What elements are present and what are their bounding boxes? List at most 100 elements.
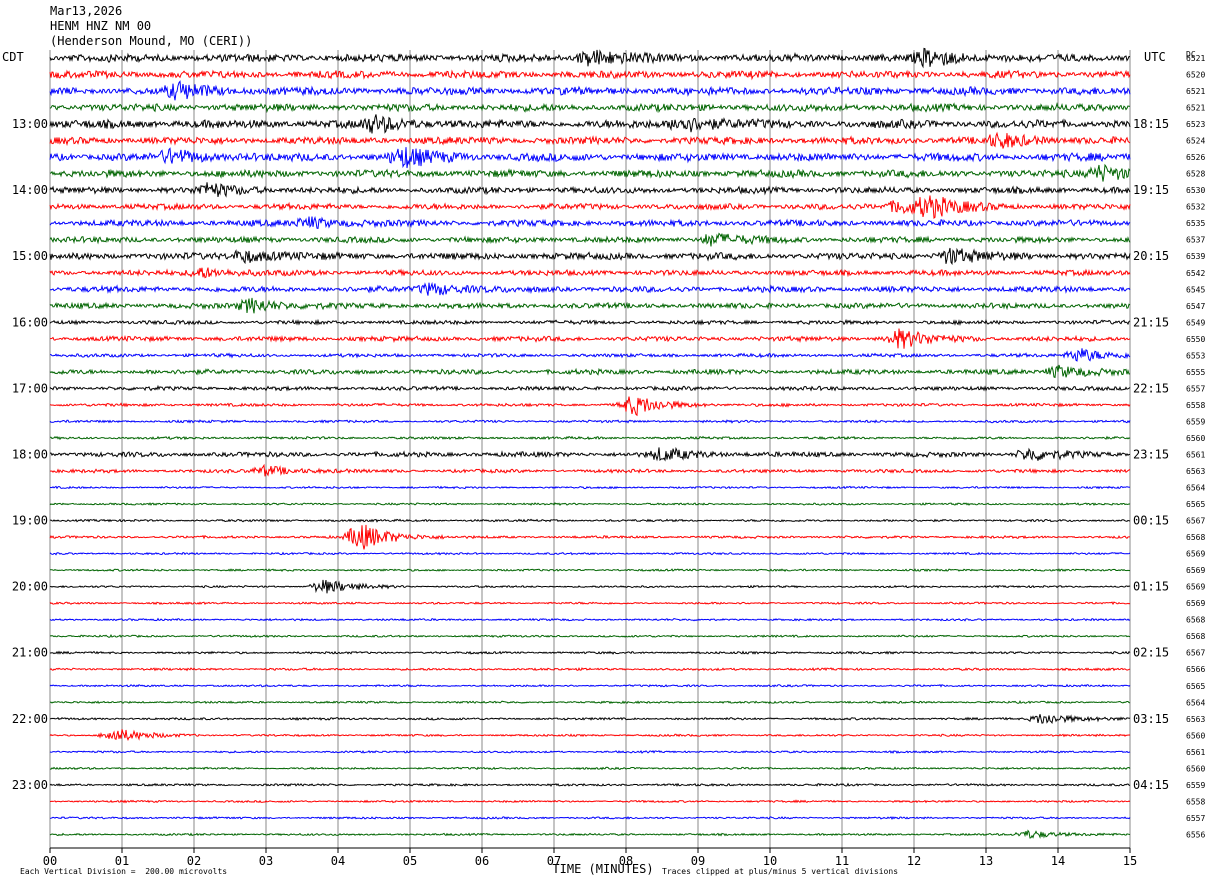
left-hour-label: 17:00 <box>12 381 48 395</box>
trace-27 <box>49 502 1131 507</box>
trace-29 <box>49 524 1130 550</box>
dc-value: 6557 <box>1186 384 1205 393</box>
x-tick-label: 01 <box>115 854 129 868</box>
dc-value: 6520 <box>1186 71 1205 80</box>
dc-value: 6563 <box>1186 715 1205 724</box>
x-tick-label: 14 <box>1051 854 1065 868</box>
dc-value: 6532 <box>1186 203 1205 212</box>
trace-47 <box>49 829 1131 839</box>
x-tick-label: 04 <box>331 854 345 868</box>
x-tick-label: 13 <box>979 854 993 868</box>
dc-value: 6523 <box>1186 120 1205 129</box>
left-hour-label: 21:00 <box>12 646 48 660</box>
right-hour-label: 03:15 <box>1133 712 1169 726</box>
x-tick-label: 11 <box>835 854 849 868</box>
left-hour-label: 14:00 <box>12 183 48 197</box>
trace-42 <box>49 749 1131 754</box>
dc-value: 6521 <box>1186 104 1205 113</box>
trace-17 <box>50 328 1131 349</box>
x-tick-label: 02 <box>187 854 201 868</box>
dc-value: 6530 <box>1186 186 1205 195</box>
dc-value: 6563 <box>1186 467 1205 476</box>
scale-note: Each Vertical Division = 200.00 microvol… <box>20 867 228 876</box>
trace-2 <box>49 80 1131 101</box>
left-hour-label: 20:00 <box>12 580 48 594</box>
dc-value: 6569 <box>1186 566 1205 575</box>
trace-43 <box>49 766 1131 771</box>
trace-33 <box>49 601 1131 606</box>
dc-value: 6565 <box>1186 682 1205 691</box>
dc-value: 6545 <box>1186 285 1205 294</box>
trace-8 <box>49 182 1131 198</box>
trace-23 <box>50 435 1131 441</box>
left-hour-label: 22:00 <box>12 712 48 726</box>
dc-value: 6561 <box>1186 748 1205 757</box>
trace-14 <box>49 281 1131 296</box>
dc-value: 6557 <box>1186 814 1205 823</box>
left-hour-label: 16:00 <box>12 315 48 329</box>
dc-value: 6569 <box>1186 583 1205 592</box>
dc-value: 6560 <box>1186 434 1205 443</box>
right-hour-label: 19:15 <box>1133 183 1169 197</box>
x-axis-label: TIME (MINUTES) <box>552 862 653 876</box>
left-hour-label: 15:00 <box>12 249 48 263</box>
dc-value: 6526 <box>1186 153 1205 162</box>
right-hour-label: 00:15 <box>1133 514 1169 528</box>
dc-value: 6564 <box>1186 698 1205 707</box>
clip-note: Traces clipped at plus/minus 5 vertical … <box>662 867 899 876</box>
trace-0 <box>49 47 1131 69</box>
dc-value: 6568 <box>1186 533 1205 542</box>
trace-5 <box>49 131 1131 149</box>
dc-value: 6567 <box>1186 649 1205 658</box>
trace-7 <box>49 163 1131 182</box>
trace-9 <box>49 195 1131 219</box>
trace-30 <box>49 551 1131 556</box>
dc-value: 6565 <box>1186 500 1205 509</box>
trace-19 <box>49 364 1131 379</box>
left-hour-label: 18:00 <box>12 447 48 461</box>
trace-34 <box>49 617 1131 622</box>
trace-20 <box>49 384 1131 392</box>
trace-11 <box>49 232 1131 247</box>
dc-value: 6539 <box>1186 252 1205 261</box>
x-tick-label: 12 <box>907 854 921 868</box>
trace-38 <box>49 683 1131 688</box>
trace-10 <box>49 216 1131 229</box>
trace-12 <box>49 247 1131 266</box>
dc-value: 6560 <box>1186 764 1205 773</box>
x-tick-label: 06 <box>475 854 489 868</box>
trace-15 <box>49 297 1131 314</box>
right-hour-label: 18:15 <box>1133 117 1169 131</box>
trace-31 <box>49 568 1131 572</box>
dc-value: 6561 <box>1186 450 1205 459</box>
trace-39 <box>49 700 1131 705</box>
x-tick-label: 05 <box>403 854 417 868</box>
trace-24 <box>49 446 1131 462</box>
trace-25 <box>49 463 1131 477</box>
x-tick-label: 10 <box>763 854 777 868</box>
right-hour-label: 21:15 <box>1133 315 1169 329</box>
traces-group <box>49 47 1131 839</box>
trace-32 <box>49 579 1131 594</box>
dc-value-labels: 6521 6520 6521 6521 6523 6524 6526 6528 6530 6532… <box>1186 54 1205 839</box>
right-hour-label: 22:15 <box>1133 381 1169 395</box>
trace-26 <box>49 485 1131 490</box>
dc-value: 6521 <box>1186 87 1205 96</box>
dc-value: 6558 <box>1186 797 1205 806</box>
dc-value: 6524 <box>1186 137 1205 146</box>
left-hour-label: 19:00 <box>12 514 48 528</box>
trace-1 <box>49 69 1131 81</box>
left-hour-label: 13:00 <box>12 117 48 131</box>
dc-value: 6549 <box>1186 318 1205 327</box>
trace-22 <box>49 419 1131 424</box>
dc-value: 6521 <box>1186 54 1205 63</box>
dc-value: 6542 <box>1186 269 1205 278</box>
trace-41 <box>49 729 1131 741</box>
x-tick-label: 03 <box>259 854 273 868</box>
x-tick-label: 09 <box>691 854 705 868</box>
left-hour-labels: 13:00 14:00 15:00 16:00 17:00 18:00 19:00 20:00… <box>12 117 48 792</box>
right-hour-label: 02:15 <box>1133 646 1169 660</box>
trace-16 <box>49 318 1131 327</box>
trace-37 <box>49 667 1131 672</box>
dc-value: 6535 <box>1186 219 1205 228</box>
